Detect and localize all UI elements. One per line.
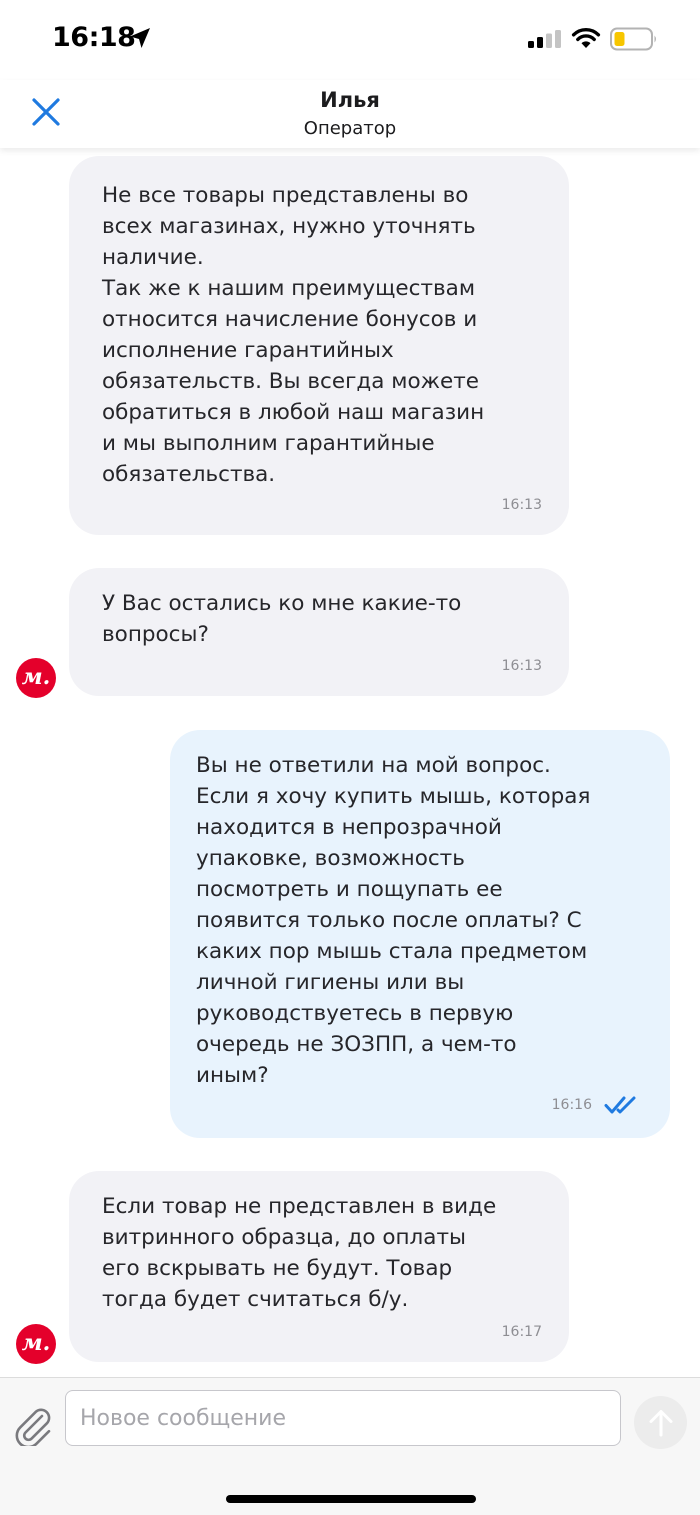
message-time: 16:17	[501, 1324, 542, 1340]
message-list[interactable]: Не все товары представлены во всех магаз…	[0, 148, 700, 1376]
cellular-signal-icon	[528, 30, 561, 48]
chat-header: Илья Оператор	[0, 80, 700, 148]
operator-role: Оператор	[303, 118, 397, 139]
message-meta: 16:13	[502, 497, 542, 513]
message-text: Вы не ответили на мой вопрос. Если я хоч…	[196, 753, 591, 1088]
wifi-icon	[571, 27, 601, 48]
incoming-message: Не все товары представлены во всех магаз…	[69, 156, 569, 535]
incoming-message: Если товар не представлен в виде витринн…	[69, 1171, 569, 1362]
incoming-message: У Вас остались ко мне какие-то вопросы? …	[69, 568, 569, 696]
send-button[interactable]	[634, 1396, 687, 1449]
operator-name: Илья	[320, 88, 380, 112]
message-meta: 16:16	[552, 1095, 644, 1115]
outgoing-message: Вы не ответили на мой вопрос. Если я хоч…	[170, 730, 670, 1138]
location-arrow-icon	[130, 28, 150, 48]
composer-bar	[0, 1377, 700, 1515]
message-text: У Вас остались ко мне какие-то вопросы?	[102, 591, 462, 647]
status-time: 16:18	[52, 22, 136, 53]
operator-avatar: м.	[16, 1324, 56, 1364]
operator-avatar: м.	[16, 658, 56, 698]
paperclip-icon[interactable]	[12, 1402, 54, 1446]
message-meta: 16:17	[502, 1324, 542, 1340]
message-text: Если товар не представлен в виде витринн…	[102, 1194, 497, 1312]
home-indicator[interactable]	[226, 1495, 476, 1503]
double-check-icon	[604, 1096, 636, 1114]
message-time: 16:13	[501, 658, 542, 674]
battery-low-icon	[610, 27, 656, 51]
status-bar: 16:18	[0, 0, 700, 80]
message-time: 16:13	[501, 497, 542, 513]
message-text: Не все товары представлены во всех магаз…	[102, 183, 485, 487]
message-input[interactable]	[65, 1390, 621, 1446]
message-time: 16:16	[551, 1097, 592, 1113]
arrow-up-icon	[649, 1410, 673, 1437]
message-meta: 16:13	[502, 658, 542, 674]
